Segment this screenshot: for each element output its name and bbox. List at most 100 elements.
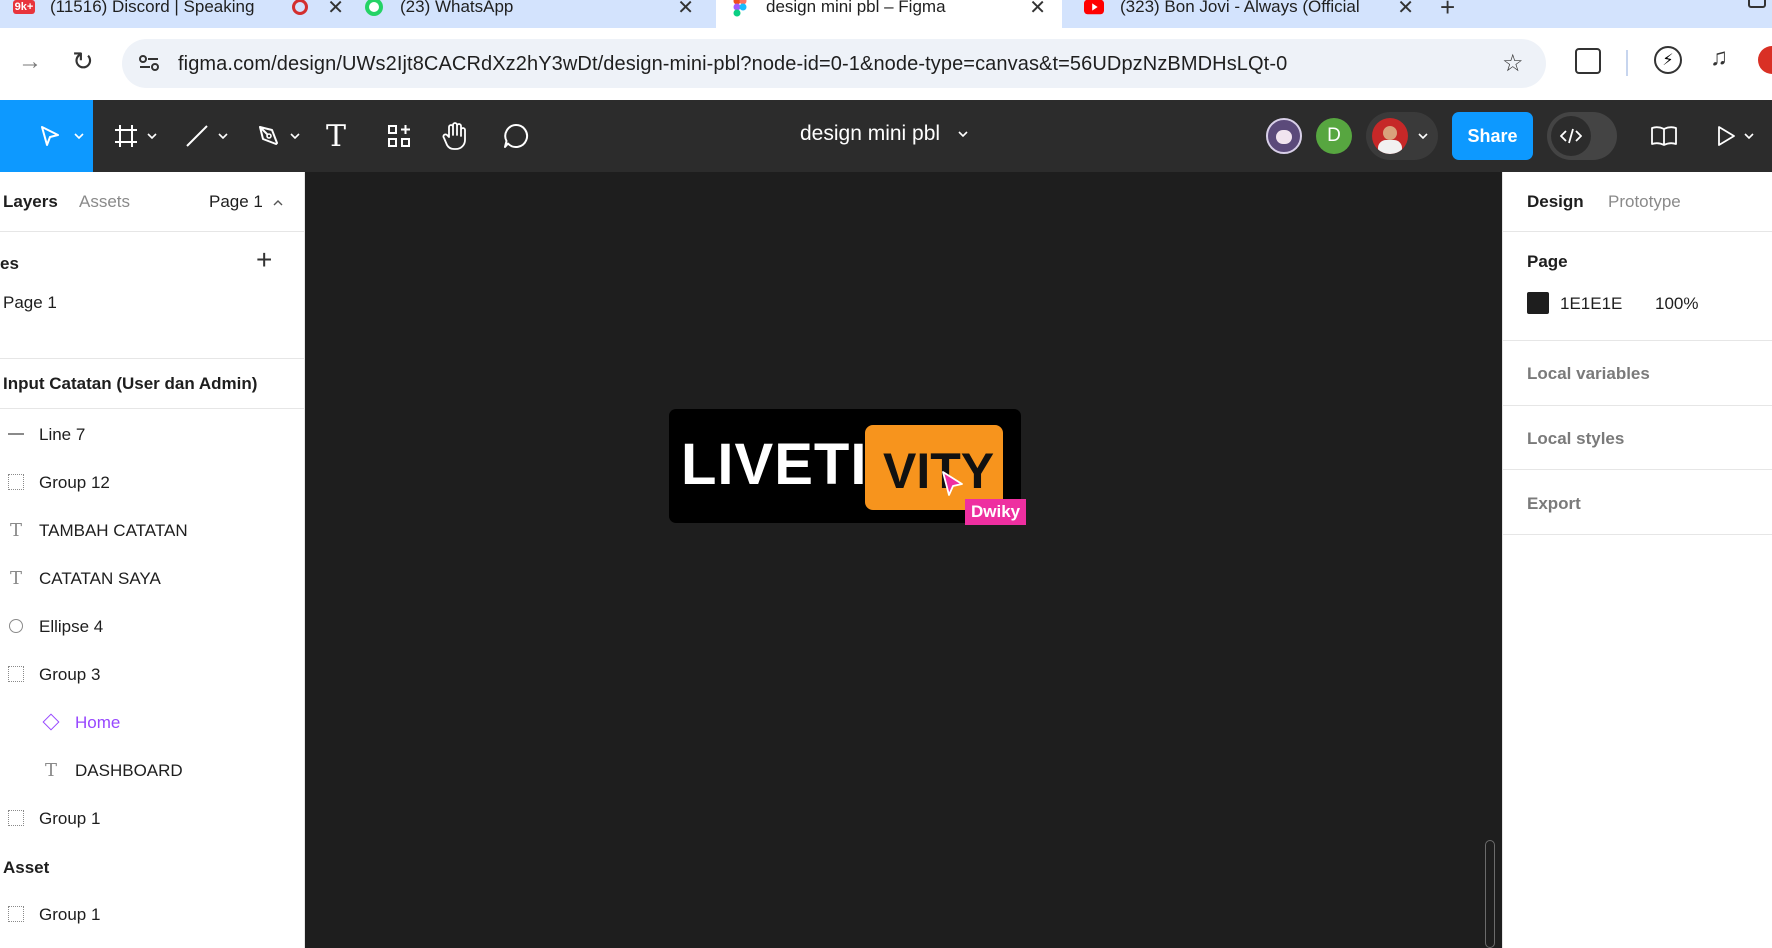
address-bar[interactable]: figma.com/design/UWs2Ijt8CACRdXz2hY3wDt/… bbox=[122, 39, 1546, 88]
forward-icon[interactable]: → bbox=[18, 48, 42, 76]
tab-discord[interactable]: 9k+ (11516) Discord | Speaking ✕ bbox=[12, 0, 344, 28]
tab-search-icon[interactable] bbox=[1748, 0, 1766, 8]
layer-row-ellipse-4[interactable]: Ellipse 4 bbox=[0, 604, 305, 650]
browser-tab-strip: 9k+ (11516) Discord | Speaking ✕ (23) Wh… bbox=[0, 0, 1772, 28]
audio-indicator-icon bbox=[292, 0, 308, 15]
design-canvas[interactable]: LIVETI VITY Dwiky bbox=[305, 172, 1502, 948]
library-button[interactable] bbox=[1650, 100, 1678, 172]
layer-name: Group 1 bbox=[39, 809, 101, 828]
dev-mode-toggle[interactable] bbox=[1547, 112, 1617, 160]
comment-tool-button[interactable] bbox=[502, 100, 530, 172]
layer-row-line-7[interactable]: Line 7 bbox=[0, 412, 305, 458]
frame-layer[interactable]: Input Catatan (User dan Admin) bbox=[0, 360, 305, 406]
logo-accent-box: VITY bbox=[865, 425, 1003, 510]
divider bbox=[1503, 340, 1772, 341]
collaborator-avatar-d[interactable]: D bbox=[1316, 118, 1352, 154]
resources-tool-button[interactable] bbox=[386, 100, 412, 172]
layer-name: Line 7 bbox=[39, 425, 86, 444]
frame-layer-name: Asset bbox=[3, 858, 50, 877]
file-title: design mini pbl bbox=[800, 122, 941, 145]
close-tab-icon[interactable]: ✕ bbox=[677, 0, 694, 20]
frame-layer-asset[interactable]: Asset bbox=[0, 844, 305, 890]
close-tab-icon[interactable]: ✕ bbox=[327, 0, 344, 20]
component-instance-icon bbox=[41, 712, 61, 732]
line-tool-button[interactable] bbox=[184, 100, 228, 172]
url-text[interactable]: figma.com/design/UWs2Ijt8CACRdXz2hY3wDt/… bbox=[178, 53, 1287, 76]
layer-row-asset-group-1[interactable]: Group 1 bbox=[0, 892, 305, 938]
layer-row-group-3[interactable]: Group 3 bbox=[0, 652, 305, 698]
library-book-icon bbox=[1651, 126, 1677, 146]
cursor-user-name: Dwiky bbox=[971, 502, 1021, 521]
layer-row-tambah-catatan[interactable]: T TAMBAH CATATAN bbox=[0, 508, 305, 554]
canvas-scrollbar[interactable] bbox=[1485, 840, 1495, 948]
tab-title: design mini pbl – Figma bbox=[766, 0, 946, 16]
collaborator-cursor-label: Dwiky bbox=[965, 499, 1027, 525]
new-tab-icon[interactable]: + bbox=[1440, 0, 1455, 23]
group-icon bbox=[6, 472, 26, 492]
add-page-icon[interactable]: + bbox=[256, 246, 272, 274]
tab-assets[interactable]: Assets bbox=[79, 192, 130, 212]
current-user-menu[interactable] bbox=[1366, 112, 1438, 160]
text-tool-button[interactable]: T bbox=[326, 100, 346, 172]
move-cursor-icon bbox=[41, 126, 59, 146]
line-icon bbox=[186, 125, 208, 147]
move-tool-button[interactable] bbox=[0, 100, 93, 172]
page-fill-row[interactable]: 1E1E1E 100% bbox=[1527, 290, 1757, 316]
tab-layers[interactable]: Layers bbox=[3, 192, 58, 212]
tab-design[interactable]: Design bbox=[1527, 192, 1584, 212]
page-item[interactable]: Page 1 bbox=[0, 287, 305, 321]
comment-icon bbox=[504, 123, 529, 148]
divider bbox=[1503, 231, 1772, 232]
close-tab-icon[interactable]: ✕ bbox=[1029, 0, 1046, 20]
line-icon bbox=[6, 424, 26, 444]
chevron-down-icon bbox=[218, 133, 228, 139]
code-icon bbox=[1551, 116, 1591, 156]
tab-whatsapp[interactable]: (23) WhatsApp ✕ bbox=[364, 0, 694, 28]
extensions-icon[interactable] bbox=[1575, 48, 1601, 74]
chevron-down-icon bbox=[958, 131, 968, 138]
hand-tool-button[interactable] bbox=[442, 100, 470, 172]
text-icon: T bbox=[9, 567, 22, 589]
reload-icon[interactable]: ↻ bbox=[72, 46, 94, 77]
text-tool-icon: T bbox=[326, 118, 347, 154]
group-icon bbox=[6, 664, 26, 684]
frame-tool-button[interactable] bbox=[113, 100, 157, 172]
page-selector[interactable]: Page 1 bbox=[209, 192, 283, 212]
page-fill-swatch[interactable] bbox=[1527, 292, 1549, 314]
export-section[interactable]: Export bbox=[1527, 494, 1581, 514]
share-button[interactable]: Share bbox=[1452, 112, 1533, 160]
figma-favicon-icon bbox=[730, 0, 750, 17]
layer-row-dashboard[interactable]: T DASHBOARD bbox=[0, 748, 305, 794]
tab-title: (323) Bon Jovi - Always (Official bbox=[1120, 0, 1360, 16]
divider bbox=[1503, 469, 1772, 470]
layer-row-catatan-saya[interactable]: T CATATAN SAYA bbox=[0, 556, 305, 602]
pen-tool-button[interactable] bbox=[256, 100, 300, 172]
tab-figma[interactable]: design mini pbl – Figma ✕ bbox=[716, 0, 1062, 28]
layer-name: DASHBOARD bbox=[75, 761, 183, 780]
layer-row-home[interactable]: Home bbox=[0, 700, 305, 746]
file-title-button[interactable]: design mini pbl bbox=[800, 122, 968, 146]
close-tab-icon[interactable]: ✕ bbox=[1397, 0, 1414, 20]
collaborator-avatar-anime[interactable] bbox=[1266, 118, 1302, 154]
site-info-icon[interactable] bbox=[138, 53, 160, 73]
present-button[interactable] bbox=[1716, 100, 1754, 172]
page-section-title: Page bbox=[1527, 252, 1568, 271]
page-fill-hex[interactable]: 1E1E1E bbox=[1560, 294, 1622, 314]
group-icon bbox=[6, 808, 26, 828]
local-styles-section[interactable]: Local styles bbox=[1527, 429, 1624, 449]
layer-row-group-12[interactable]: Group 12 bbox=[0, 460, 305, 506]
bookmark-star-icon[interactable]: ☆ bbox=[1502, 49, 1524, 78]
page-fill-opacity[interactable]: 100% bbox=[1655, 294, 1698, 314]
local-variables-section[interactable]: Local variables bbox=[1527, 364, 1650, 384]
extension-bolt-icon[interactable]: ⚡ bbox=[1654, 46, 1682, 74]
discord-favicon-icon: 9k+ bbox=[12, 0, 36, 14]
resources-icon bbox=[388, 125, 410, 147]
layer-name: CATATAN SAYA bbox=[39, 569, 161, 588]
tab-prototype[interactable]: Prototype bbox=[1608, 192, 1681, 212]
text-icon: T bbox=[9, 519, 22, 541]
tab-youtube[interactable]: (323) Bon Jovi - Always (Official ✕ bbox=[1084, 0, 1414, 28]
media-control-icon[interactable]: ♫ bbox=[1710, 44, 1728, 72]
profile-avatar-icon[interactable] bbox=[1758, 46, 1772, 74]
layer-row-group-1[interactable]: Group 1 bbox=[0, 796, 305, 842]
toolbar-separator bbox=[1626, 50, 1628, 76]
